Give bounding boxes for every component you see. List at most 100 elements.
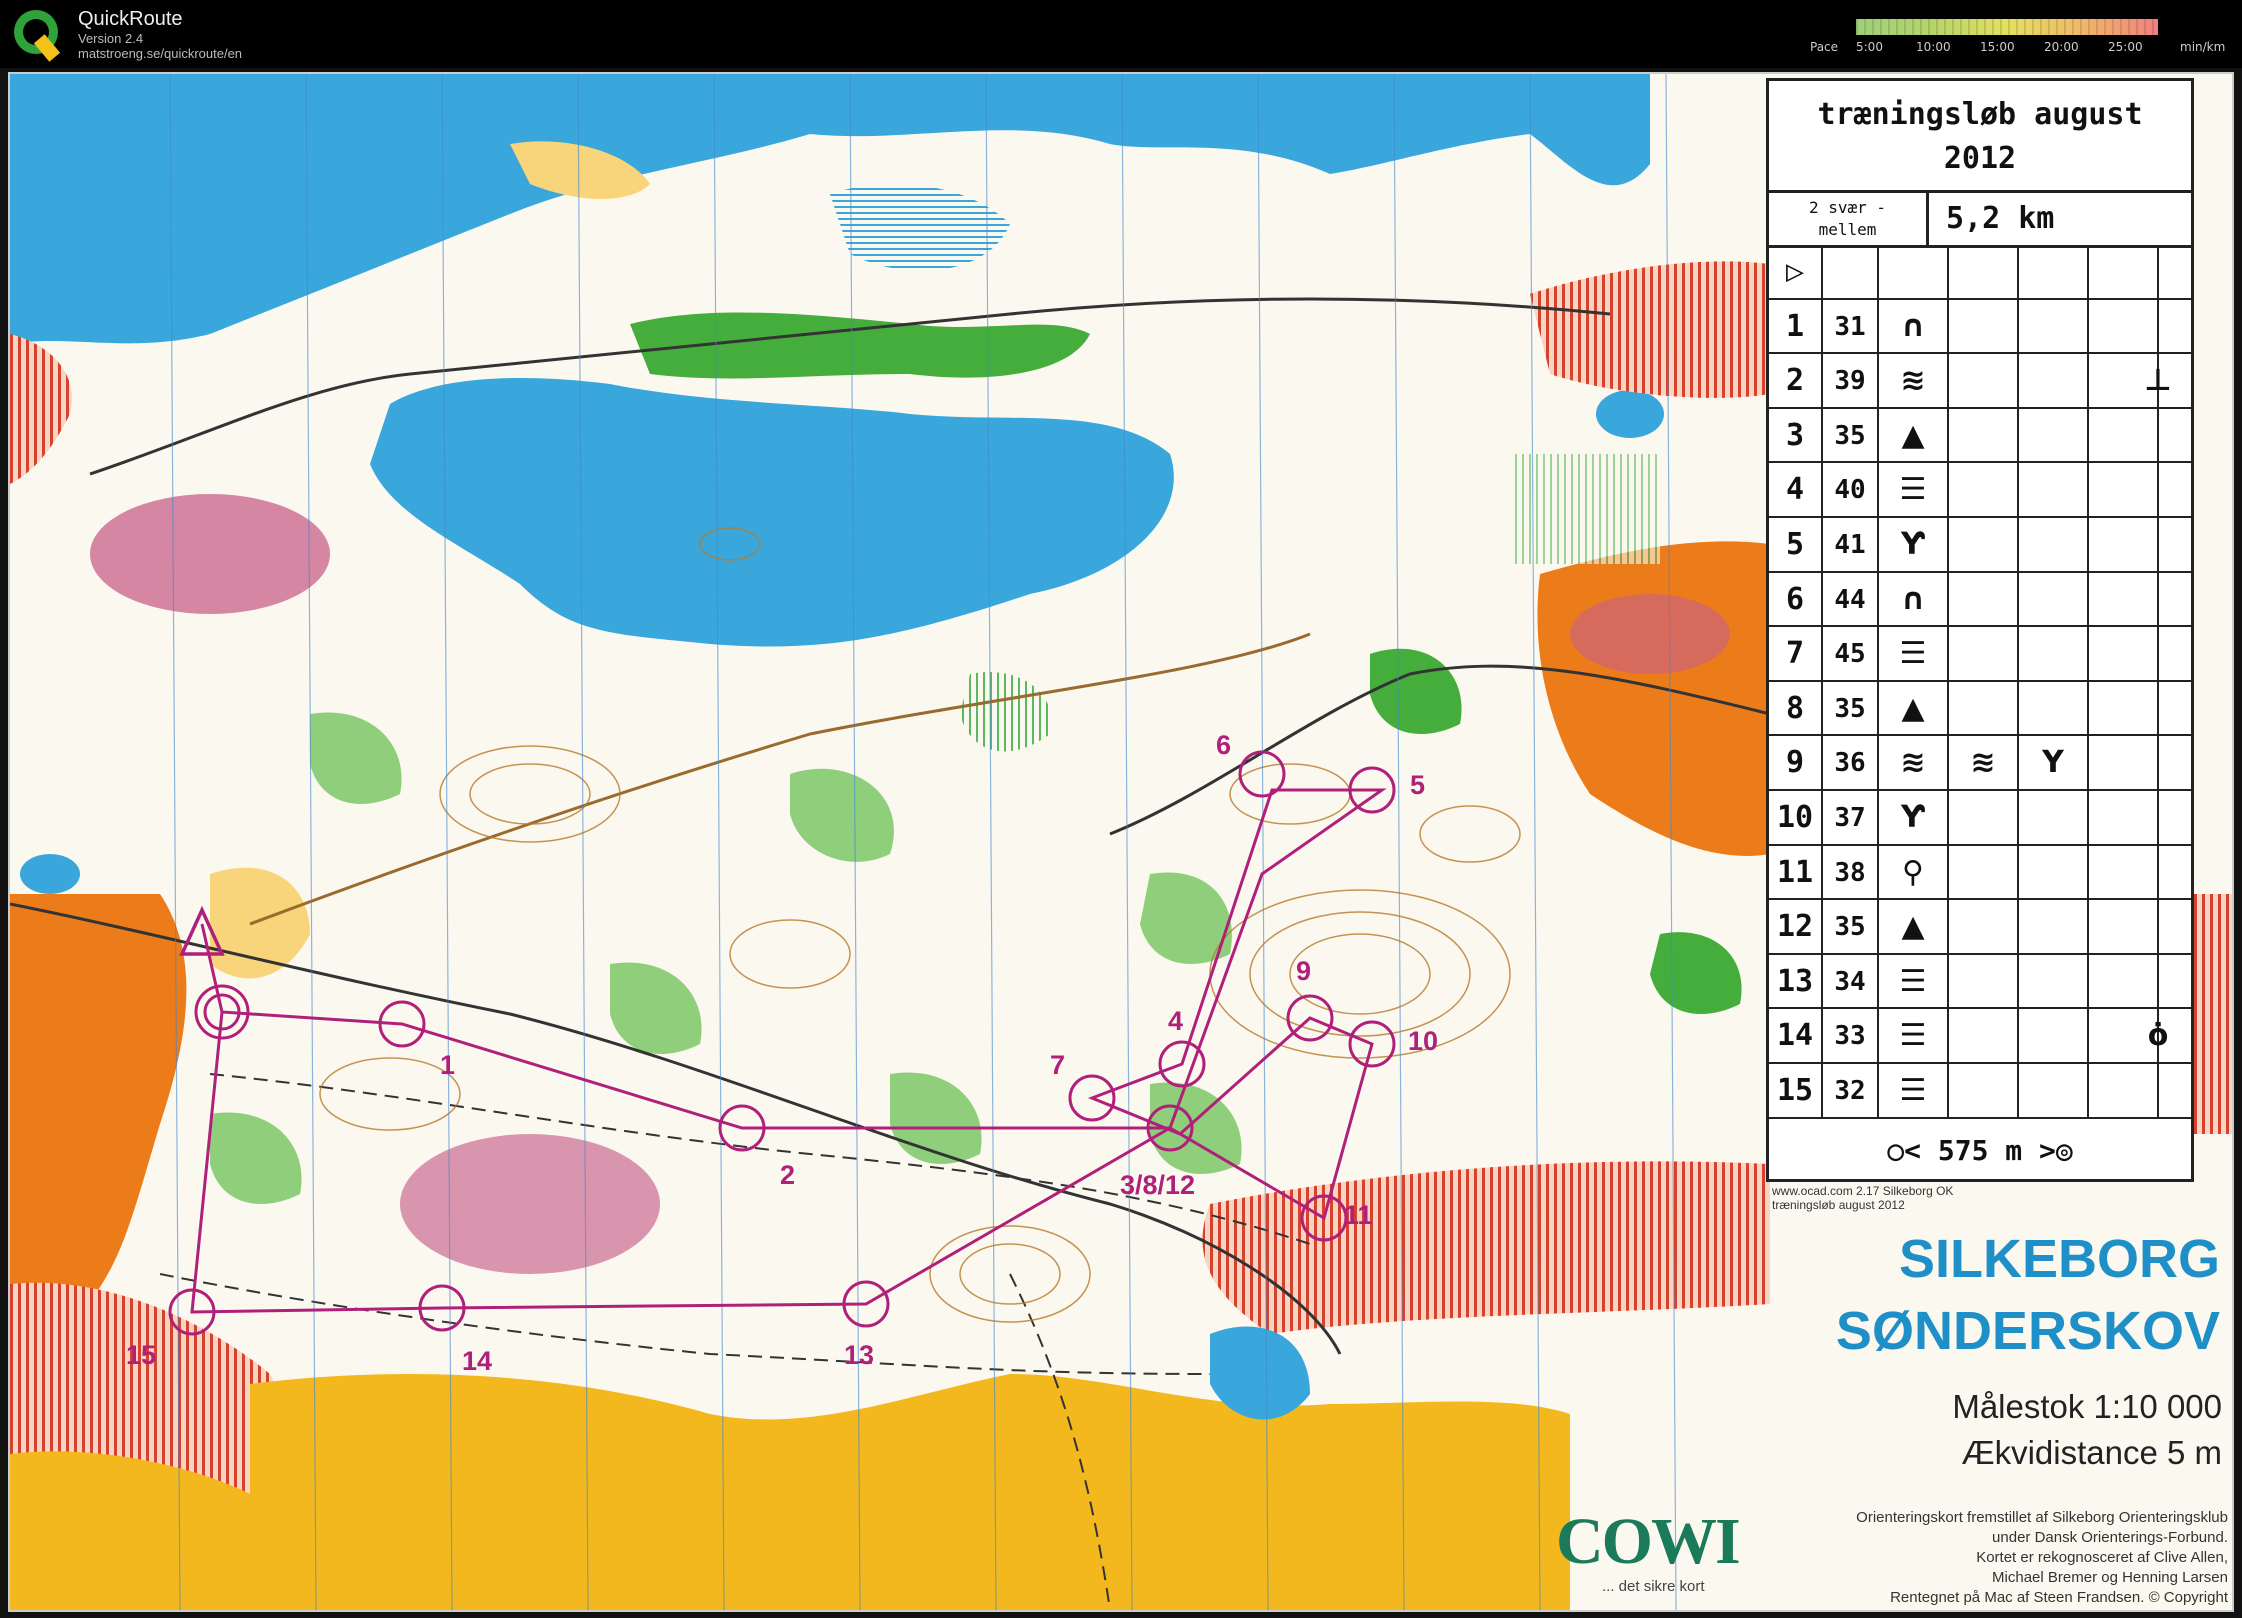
description-cell xyxy=(2089,408,2159,462)
feature-symbol: ☰ xyxy=(1899,1018,1927,1054)
credits-line3: Kortet er rekognosceret af Clive Allen, xyxy=(1976,1549,2228,1566)
control-number: 3 xyxy=(1769,408,1823,462)
pace-tick-2: 10:00 xyxy=(1916,40,1951,54)
description-row: 3 35 ▲ xyxy=(1769,408,2191,464)
description-cell xyxy=(2089,845,2159,899)
description-cell xyxy=(1949,627,2019,680)
feature-symbol: ≋ xyxy=(1970,745,1996,781)
description-title-line1: træningsløb august xyxy=(1817,97,2143,132)
description-cell: ▲ xyxy=(1879,408,1949,462)
description-cell xyxy=(1949,299,2019,353)
description-cell xyxy=(1949,518,2019,571)
control-code: 35 xyxy=(1823,408,1879,462)
control-code: 41 xyxy=(1823,518,1879,571)
description-cell xyxy=(2019,845,2089,899)
feature-symbol: ⚲ xyxy=(1902,854,1924,890)
map-title-silkeborg: SILKEBORG xyxy=(1898,1229,2220,1289)
control-number: 8 xyxy=(1769,681,1823,735)
forest-patch-1 xyxy=(960,672,1052,752)
map-scale: Målestok 1:10 000 xyxy=(1952,1388,2222,1425)
description-cell xyxy=(1949,791,2019,844)
description-row: 7 45 ☰ xyxy=(1769,627,2191,682)
forest-patch-6 xyxy=(790,768,894,862)
finish-description: ○< 575 m >◎ xyxy=(1887,1134,2073,1167)
control-code: 40 xyxy=(1823,463,1879,516)
description-cell xyxy=(2019,572,2089,626)
pond-west xyxy=(20,854,80,894)
description-row: 9 36 ≋ ≋ Y xyxy=(1769,736,2191,791)
description-cell: ☰ xyxy=(1879,1009,1949,1062)
description-cell xyxy=(1949,900,2019,953)
control-label-3-8-12: 3/8/12 xyxy=(1120,1170,1195,1200)
contour-interval: Ækvidistance 5 m xyxy=(1961,1434,2222,1471)
pace-tick-5: 25:00 xyxy=(2108,40,2143,54)
description-row: 6 44 ∩ xyxy=(1769,572,2191,628)
cowi-logo: COWI xyxy=(1556,1505,1741,1578)
description-cell: ▲ xyxy=(1879,900,1949,953)
rough-west xyxy=(10,894,187,1324)
map-title-sonderskov: SØNDERSKOV xyxy=(1835,1301,2220,1361)
control-code: 35 xyxy=(1823,681,1879,735)
description-cell xyxy=(1949,463,2019,516)
map-imprint: www.ocad.com 2.17 Silkeborg OK træningsl… xyxy=(1772,1184,1953,1212)
description-cell xyxy=(2089,1064,2159,1117)
description-row: 2 39 ≋ ⊥ xyxy=(1769,354,2191,409)
imprint-line1: www.ocad.com 2.17 Silkeborg OK xyxy=(1772,1184,1954,1198)
course-class-line2: mellem xyxy=(1818,220,1877,239)
description-cell: ☰ xyxy=(1879,954,1949,1008)
description-cell xyxy=(2089,627,2159,680)
control-code: 33 xyxy=(1823,1009,1879,1062)
feature-symbol: Ƴ xyxy=(1901,800,1925,835)
forest-patch-9 xyxy=(210,1112,302,1204)
credits-line1: Orienteringskort fremstillet af Silkebor… xyxy=(1856,1509,2228,1526)
description-cell xyxy=(2019,518,2089,571)
start-symbol: ▷ xyxy=(1769,245,1823,298)
control-code: 37 xyxy=(1823,791,1879,844)
hill-west xyxy=(90,494,330,614)
description-cell xyxy=(2019,299,2089,353)
description-row: 13 34 ☰ xyxy=(1769,954,2191,1010)
control-label-10: 10 xyxy=(1408,1026,1438,1056)
feature-symbol: Ƴ xyxy=(1901,527,1925,562)
control-number: 9 xyxy=(1769,736,1823,789)
control-code: 35 xyxy=(1823,900,1879,953)
app-title: QuickRoute xyxy=(78,8,183,30)
description-cell xyxy=(2019,627,2089,680)
control-label-1: 1 xyxy=(440,1050,455,1080)
description-cell xyxy=(2089,900,2159,953)
course-class: 2 svær - mellem xyxy=(1769,193,1929,245)
description-grid: ▷ 1 31 ∩ 2 39 ≋ ⊥ 3 35 ▲ 4 40 ☰ 5 41 Ƴ 6 44 ∩ 7 45 ☰ 8 35 ▲ 9 36 ≋ ≋ Y… xyxy=(1769,245,2191,1125)
description-class-row: 2 svær - mellem 5,2 km xyxy=(1769,193,2191,248)
description-cell: Ƴ xyxy=(1879,518,1949,571)
description-row: 14 33 ☰ ȯ xyxy=(1769,1009,2191,1064)
description-row: 11 38 ⚲ xyxy=(1769,845,2191,901)
rough-southeast xyxy=(1202,1161,1770,1334)
description-cell xyxy=(2019,681,2089,735)
control-description-sheet: træningsløb august 2012 2 svær - mellem … xyxy=(1766,78,2194,1182)
control-number: 13 xyxy=(1769,954,1823,1008)
control-label-15: 15 xyxy=(126,1340,156,1370)
control-label-2: 2 xyxy=(780,1160,795,1190)
description-cell xyxy=(1949,845,2019,899)
control-number: 11 xyxy=(1769,845,1823,899)
feature-symbol: ≋ xyxy=(1900,363,1926,399)
description-cell xyxy=(1879,245,1949,298)
map-credits: Orienteringskort fremstillet af Silkebor… xyxy=(1812,1508,2228,1608)
imprint-line2: træningsløb august 2012 xyxy=(1772,1198,1905,1212)
control-number: 10 xyxy=(1769,791,1823,844)
control-number: 4 xyxy=(1769,463,1823,516)
description-cell: ☰ xyxy=(1879,627,1949,680)
app-url[interactable]: matstroeng.se/quickroute/en xyxy=(78,46,242,61)
control-label-14: 14 xyxy=(462,1346,492,1376)
description-cell xyxy=(1949,1009,2019,1062)
description-cell xyxy=(1949,681,2019,735)
open-land-south xyxy=(250,1374,1570,1610)
marsh-north xyxy=(830,184,1010,271)
description-cell: ∩ xyxy=(1879,572,1949,626)
control-code: 45 xyxy=(1823,627,1879,680)
description-cell xyxy=(2019,463,2089,516)
control-code: 31 xyxy=(1823,299,1879,353)
credits-line4: Michael Bremer og Henning Larsen xyxy=(1992,1569,2228,1586)
course-class-line1: 2 svær - xyxy=(1808,198,1887,217)
description-cell: ⚲ xyxy=(1879,845,1949,899)
